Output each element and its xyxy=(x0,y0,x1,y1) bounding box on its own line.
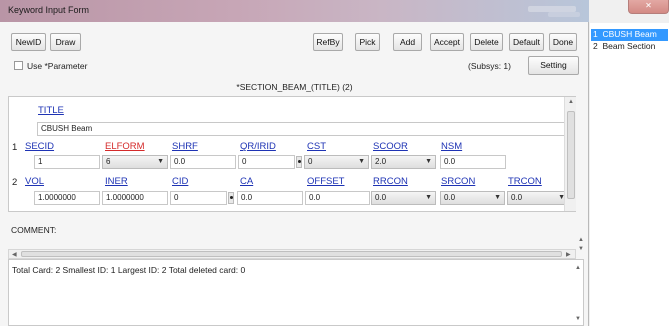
close-button[interactable]: ✕ xyxy=(628,0,669,14)
scroll-up-icon[interactable]: ▲ xyxy=(568,99,574,105)
cid-label[interactable]: CID xyxy=(172,176,188,187)
default-button[interactable]: Default xyxy=(509,33,544,51)
list-item-number: 1 xyxy=(593,29,598,39)
srcon-label[interactable]: SRCON xyxy=(441,176,475,187)
scoor-select[interactable]: 2.0 ▼ xyxy=(371,155,436,169)
titlebar-blur-text-2 xyxy=(548,12,580,17)
elform-label[interactable]: ELFORM xyxy=(105,141,145,152)
list-item[interactable]: 1 CBUSH Beam xyxy=(591,29,668,41)
chevron-down-icon: ▼ xyxy=(425,194,432,201)
ca-input[interactable]: 0.0 xyxy=(237,191,303,205)
cst-label[interactable]: CST xyxy=(307,141,326,152)
use-parameter-label: Use *Parameter xyxy=(27,61,88,71)
shrf-label[interactable]: SHRF xyxy=(172,141,198,152)
window-title: Keyword Input Form xyxy=(8,5,90,15)
horizontal-scrollbar[interactable]: ◀ ▶ xyxy=(8,249,576,259)
newid-button[interactable]: NewID xyxy=(11,33,46,51)
delete-button[interactable]: Delete xyxy=(470,33,503,51)
title-bar[interactable]: Keyword Input Form xyxy=(0,0,589,22)
vol-input[interactable]: 1.0000000 xyxy=(34,191,100,205)
draw-button[interactable]: Draw xyxy=(50,33,81,51)
comment-label: COMMENT: xyxy=(11,225,57,235)
rrcon-select[interactable]: 0.0 ▼ xyxy=(371,191,436,205)
keyword-form: TITLE CBUSH Beam 1 SECID ELFORM SHRF QR/… xyxy=(8,96,576,212)
list-item-name: CBUSH Beam xyxy=(602,29,657,39)
scoor-label[interactable]: SCOOR xyxy=(373,141,408,152)
chevron-down-icon: ▼ xyxy=(494,194,501,201)
qr-irid-input[interactable]: 0 xyxy=(238,155,295,169)
chevron-down-icon: ▼ xyxy=(157,158,164,165)
add-button[interactable]: Add xyxy=(393,33,422,51)
status-scroll-up-icon[interactable]: ▲ xyxy=(575,265,581,271)
done-button[interactable]: Done xyxy=(549,33,577,51)
subsys-label: (Subsys: 1) xyxy=(468,61,511,71)
qr-irid-label[interactable]: QR/IRID xyxy=(240,141,276,152)
trcon-label[interactable]: TRCON xyxy=(508,176,542,187)
iner-input[interactable]: 1.0000000 xyxy=(102,191,168,205)
title-label[interactable]: TITLE xyxy=(38,105,64,116)
list-item-number: 2 xyxy=(593,41,598,51)
nsm-label[interactable]: NSM xyxy=(441,141,462,152)
trcon-value: 0.0 xyxy=(511,193,523,202)
rrcon-value: 0.0 xyxy=(375,193,387,202)
status-panel: Total Card: 2 Smallest ID: 1 Largest ID:… xyxy=(8,259,584,326)
row-1-number: 1 xyxy=(12,142,18,153)
qr-irid-picker-icon[interactable] xyxy=(296,156,302,168)
title-input[interactable]: CBUSH Beam xyxy=(37,122,567,136)
refby-button[interactable]: RefBy xyxy=(313,33,343,51)
card-title: *SECTION_BEAM_(TITLE) (2) xyxy=(236,82,353,92)
splitter-down-icon[interactable]: ▼ xyxy=(578,246,584,252)
cid-input[interactable]: 0 xyxy=(170,191,227,205)
keyword-input-window: Keyword Input Form NewID Draw RefBy Pick… xyxy=(0,0,589,326)
elform-value: 6 xyxy=(106,157,111,166)
iner-label[interactable]: INER xyxy=(105,176,128,187)
scroll-right-icon[interactable]: ▶ xyxy=(566,251,571,258)
close-icon: ✕ xyxy=(645,1,652,10)
accept-button[interactable]: Accept xyxy=(430,33,464,51)
list-item-name: Beam Section xyxy=(602,41,656,51)
shrf-input[interactable]: 0.0 xyxy=(170,155,236,169)
scroll-left-icon[interactable]: ◀ xyxy=(12,251,17,258)
cst-value: 0 xyxy=(308,157,313,166)
scroll-thumb[interactable] xyxy=(567,111,575,199)
secid-input[interactable]: 1 xyxy=(34,155,100,169)
trcon-select[interactable]: 0.0 ▼ xyxy=(507,191,569,205)
cst-select[interactable]: 0 ▼ xyxy=(304,155,369,169)
keyword-id-list[interactable]: 1 CBUSH Beam 2 Beam Section xyxy=(590,23,669,326)
secid-label[interactable]: SECID xyxy=(25,141,54,152)
chevron-down-icon: ▼ xyxy=(358,158,365,165)
row-2-number: 2 xyxy=(12,177,18,188)
srcon-select[interactable]: 0.0 ▼ xyxy=(440,191,505,205)
setting-button[interactable]: Setting xyxy=(528,56,579,75)
chevron-down-icon: ▼ xyxy=(425,158,432,165)
splitter-up-icon[interactable]: ▲ xyxy=(578,237,584,243)
use-parameter-checkbox[interactable] xyxy=(14,61,23,70)
elform-select[interactable]: 6 ▼ xyxy=(102,155,168,169)
status-scroll-down-icon[interactable]: ▼ xyxy=(575,316,581,322)
srcon-value: 0.0 xyxy=(444,193,456,202)
list-item[interactable]: 2 Beam Section xyxy=(591,41,668,53)
pick-button[interactable]: Pick xyxy=(355,33,380,51)
form-vertical-scrollbar[interactable]: ▲ xyxy=(564,97,576,211)
scoor-value: 2.0 xyxy=(375,157,387,166)
offset-label[interactable]: OFFSET xyxy=(307,176,344,187)
nsm-input[interactable]: 0.0 xyxy=(440,155,506,169)
offset-input[interactable]: 0.0 xyxy=(305,191,370,205)
rrcon-label[interactable]: RRCON xyxy=(373,176,408,187)
cid-picker-icon[interactable] xyxy=(228,192,234,204)
horizontal-scroll-thumb[interactable] xyxy=(21,251,562,257)
vol-label[interactable]: VOL xyxy=(25,176,44,187)
status-text: Total Card: 2 Smallest ID: 1 Largest ID:… xyxy=(12,265,246,275)
ca-label[interactable]: CA xyxy=(240,176,253,187)
